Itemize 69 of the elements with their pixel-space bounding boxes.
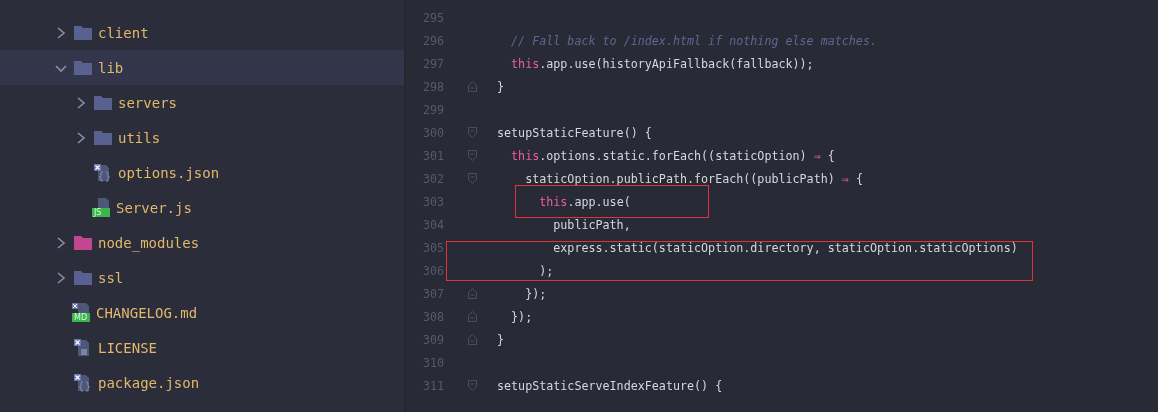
code-line: }: [497, 79, 505, 94]
code-line: setupStaticFeature() {: [497, 125, 652, 140]
fold-icon[interactable]: [468, 380, 477, 391]
folder-icon: [74, 60, 92, 75]
tree-row[interactable]: ssl: [0, 260, 404, 295]
tree-row[interactable]: package.json: [0, 365, 404, 400]
line-number: 303: [421, 194, 444, 209]
tree-row[interactable]: lib: [0, 50, 404, 85]
file-name: node_modules: [98, 234, 200, 251]
code-line: staticOption.publicPath.forEach((publicPath) ⇒ {: [524, 171, 863, 186]
tree-row[interactable]: options.json: [0, 155, 404, 190]
line-number: 302: [421, 171, 444, 186]
file-name: ssl: [98, 269, 124, 286]
fold-icon[interactable]: [468, 173, 477, 184]
line-number: 298: [421, 79, 444, 94]
file-name: LICENSE: [98, 339, 157, 356]
line-number: 297: [421, 56, 444, 71]
file-name: lib: [98, 59, 124, 76]
code-line: setupStaticServeIndexFeature() {: [497, 378, 723, 393]
code-line: });: [510, 309, 533, 324]
line-number: 295: [421, 10, 444, 25]
tree-row[interactable]: utils: [0, 120, 404, 155]
tree-row[interactable]: client: [0, 15, 404, 50]
code-line: });: [524, 286, 547, 301]
code-line: express.static(staticOption.directory, staticOption.staticOptions): [552, 240, 1018, 255]
line-number: 307: [421, 286, 444, 301]
line-number: 301: [421, 148, 444, 163]
tree-row[interactable]: JS Server.js: [0, 190, 404, 225]
fold-icon[interactable]: [468, 288, 477, 299]
line-number: 310: [421, 355, 444, 370]
file-name: servers: [118, 94, 177, 111]
folder-icon: [94, 130, 112, 145]
line-number: 311: [421, 378, 444, 393]
tree-row[interactable]: node_modules: [0, 225, 404, 260]
code-line: this.options.static.forEach((staticOption) ⇒ {: [510, 148, 835, 163]
folder-icon: [74, 25, 92, 40]
json-file-icon: [94, 163, 112, 182]
fold-icon[interactable]: [468, 334, 477, 345]
line-number: 308: [421, 309, 444, 324]
line-number: 300: [421, 125, 444, 140]
code-line: this.app.use(: [538, 194, 631, 209]
fold-icon[interactable]: [468, 127, 477, 138]
json-file-icon: [74, 373, 92, 392]
tree-row[interactable]: MD CHANGELOG.md: [0, 295, 404, 330]
code-comment: // Fall back to /index.html if nothing else matches.: [510, 33, 877, 48]
fold-icon[interactable]: [468, 311, 477, 322]
file-name: package.json: [98, 374, 200, 391]
tree-row[interactable]: LICENSE: [0, 330, 404, 365]
fold-icon[interactable]: [468, 81, 477, 92]
line-number: 304: [421, 217, 444, 232]
file-name: options.json: [118, 164, 220, 181]
file-name: Server.js: [116, 199, 192, 216]
tree-row[interactable]: servers: [0, 85, 404, 120]
folder-icon: [94, 95, 112, 110]
folder-icon: [74, 270, 92, 285]
file-name: CHANGELOG.md: [96, 304, 198, 321]
line-number: 296: [421, 33, 444, 48]
code-line: publicPath,: [552, 217, 631, 232]
line-number: 309: [421, 332, 444, 347]
text-file-icon: [74, 338, 92, 357]
line-number: 299: [421, 102, 444, 117]
code-line: }: [497, 332, 505, 347]
file-name: utils: [118, 129, 161, 146]
fold-icon[interactable]: [468, 150, 477, 161]
line-number: 306: [421, 263, 444, 278]
code-line: );: [538, 263, 554, 278]
file-name: client: [98, 24, 149, 41]
code-line: this.app.use(historyApiFallback(fallback));: [510, 56, 814, 71]
line-number: 305: [421, 240, 444, 255]
